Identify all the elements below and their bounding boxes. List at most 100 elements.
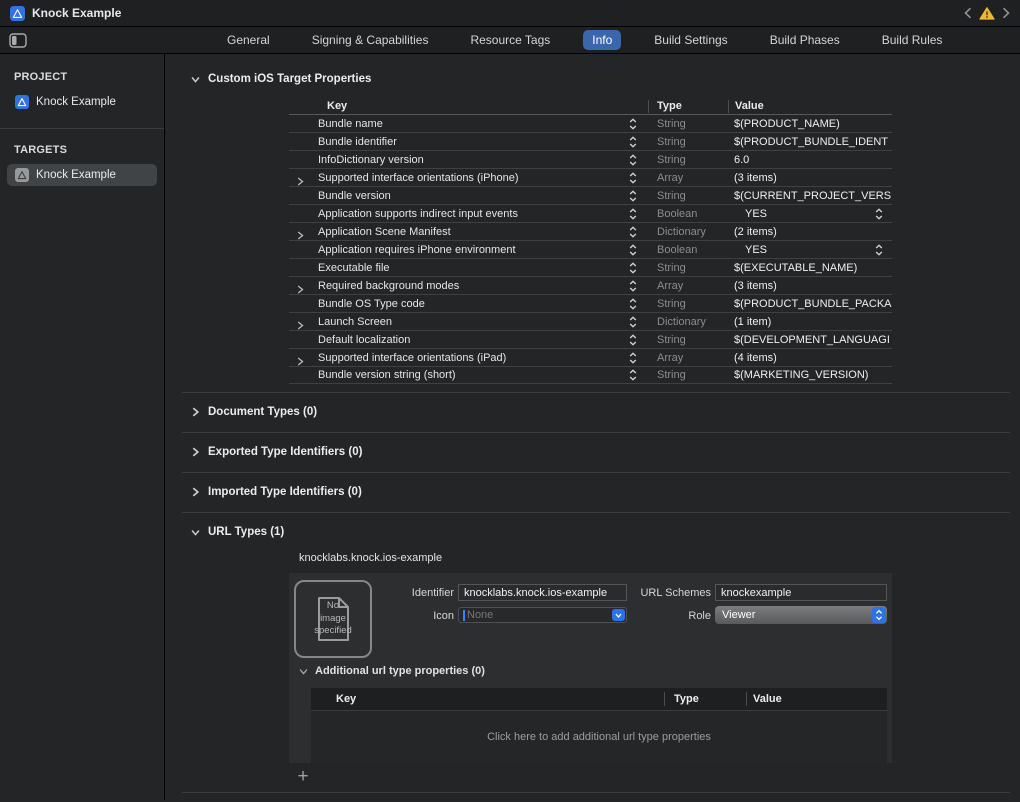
key-stepper-icon[interactable] bbox=[629, 334, 637, 346]
property-key-cell[interactable]: Executable file bbox=[289, 262, 648, 274]
property-type-label: String bbox=[648, 369, 728, 381]
sidebar-toggle-icon[interactable] bbox=[9, 33, 27, 48]
key-stepper-icon[interactable] bbox=[629, 352, 637, 364]
key-stepper-icon[interactable] bbox=[629, 154, 637, 166]
property-value-cell[interactable]: YES bbox=[728, 244, 892, 256]
property-key-cell[interactable]: Bundle identifier bbox=[289, 136, 648, 148]
property-key-cell[interactable]: Supported interface orientations (iPhone… bbox=[289, 172, 648, 184]
disclosure-chevron-icon[interactable] bbox=[297, 357, 304, 366]
sidebar-item-project[interactable]: Knock Example bbox=[7, 91, 157, 113]
tab-resource-tags[interactable]: Resource Tags bbox=[461, 30, 559, 50]
url-schemes-field[interactable] bbox=[715, 584, 887, 601]
property-value-cell[interactable]: (3 items) bbox=[728, 280, 892, 292]
property-value-cell[interactable]: (1 item) bbox=[728, 316, 892, 328]
table-row[interactable]: Application supports indirect input even… bbox=[289, 204, 892, 222]
table-row[interactable]: Application requires iPhone environment … bbox=[289, 240, 892, 258]
table-row[interactable]: Executable file String $(EXECUTABLE_NAME… bbox=[289, 258, 892, 276]
warning-badge-icon[interactable] bbox=[979, 7, 995, 20]
collapsed-section-document-types-0-[interactable]: Document Types (0) bbox=[191, 405, 1020, 419]
property-key-cell[interactable]: Bundle name bbox=[289, 118, 648, 130]
popup-stepper-icon[interactable] bbox=[872, 607, 886, 623]
table-row[interactable]: Bundle identifier String $(PRODUCT_BUNDL… bbox=[289, 132, 892, 150]
property-value-cell[interactable]: (2 items) bbox=[728, 226, 892, 238]
tab-info[interactable]: Info bbox=[583, 30, 621, 50]
collapsed-section-exported-type-identifiers-0-[interactable]: Exported Type Identifiers (0) bbox=[191, 445, 1020, 459]
key-stepper-icon[interactable] bbox=[629, 208, 637, 220]
chevron-right-icon[interactable] bbox=[191, 487, 200, 497]
property-value-cell[interactable]: $(PRODUCT_BUNDLE_IDENT bbox=[728, 136, 892, 148]
table-row[interactable]: Launch Screen Dictionary (1 item) bbox=[289, 312, 892, 330]
chevron-down-icon[interactable] bbox=[299, 668, 308, 675]
key-stepper-icon[interactable] bbox=[629, 226, 637, 238]
property-key-cell[interactable]: Required background modes bbox=[289, 280, 648, 292]
property-value-cell[interactable]: (3 items) bbox=[728, 172, 892, 184]
key-stepper-icon[interactable] bbox=[629, 316, 637, 328]
table-row[interactable]: Bundle name String $(PRODUCT_NAME) bbox=[289, 114, 892, 132]
sidebar-item-target[interactable]: Knock Example bbox=[7, 164, 157, 186]
url-types-section-header[interactable]: URL Types (1) bbox=[191, 525, 1020, 539]
collapsed-section-imported-type-identifiers-0-[interactable]: Imported Type Identifiers (0) bbox=[191, 485, 1020, 499]
table-row[interactable]: Application Scene Manifest Dictionary (2… bbox=[289, 222, 892, 240]
property-key-cell[interactable]: Bundle OS Type code bbox=[289, 298, 648, 310]
disclosure-chevron-icon[interactable] bbox=[297, 321, 304, 330]
role-popup-button[interactable]: Viewer bbox=[715, 606, 887, 624]
table-row[interactable]: Bundle OS Type code String $(PRODUCT_BUN… bbox=[289, 294, 892, 312]
tab-build-phases[interactable]: Build Phases bbox=[761, 30, 849, 50]
property-key-cell[interactable]: Bundle version bbox=[289, 190, 648, 202]
property-key-cell[interactable]: Launch Screen bbox=[289, 316, 648, 328]
additional-properties-header[interactable]: Additional url type properties (0) bbox=[299, 665, 485, 677]
add-additional-properties-area[interactable]: Click here to add additional url type pr… bbox=[311, 710, 887, 763]
key-stepper-icon[interactable] bbox=[629, 369, 637, 381]
disclosure-chevron-icon[interactable] bbox=[297, 177, 304, 186]
property-key-cell[interactable]: Default localization bbox=[289, 334, 648, 346]
disclosure-chevron-icon[interactable] bbox=[297, 285, 304, 294]
property-value-cell[interactable]: YES bbox=[728, 208, 892, 220]
table-row[interactable]: Bundle version string (short) String $(M… bbox=[289, 366, 892, 384]
tab-build-rules[interactable]: Build Rules bbox=[873, 30, 952, 50]
key-stepper-icon[interactable] bbox=[629, 280, 637, 292]
key-stepper-icon[interactable] bbox=[629, 118, 637, 130]
property-value-cell[interactable]: $(EXECUTABLE_NAME) bbox=[728, 262, 892, 274]
chevron-right-icon[interactable] bbox=[191, 447, 200, 457]
table-row[interactable]: Supported interface orientations (iPad) … bbox=[289, 348, 892, 366]
property-key-cell[interactable]: Supported interface orientations (iPad) bbox=[289, 352, 648, 364]
property-key-cell[interactable]: Application Scene Manifest bbox=[289, 226, 648, 238]
custom-properties-section-header[interactable]: Custom iOS Target Properties bbox=[191, 72, 1020, 86]
tab-general[interactable]: General bbox=[218, 30, 279, 50]
key-stepper-icon[interactable] bbox=[629, 298, 637, 310]
key-stepper-icon[interactable] bbox=[629, 172, 637, 184]
property-value-cell[interactable]: (4 items) bbox=[728, 352, 892, 364]
property-key-cell[interactable]: Bundle version string (short) bbox=[289, 369, 648, 381]
property-key-cell[interactable]: Application requires iPhone environment bbox=[289, 244, 648, 256]
property-value-label: $(PRODUCT_BUNDLE_IDENT bbox=[734, 136, 888, 148]
table-row[interactable]: InfoDictionary version String 6.0 bbox=[289, 150, 892, 168]
table-row[interactable]: Bundle version String $(CURRENT_PROJECT_… bbox=[289, 186, 892, 204]
table-row[interactable]: Supported interface orientations (iPhone… bbox=[289, 168, 892, 186]
table-row[interactable]: Required background modes Array (3 items… bbox=[289, 276, 892, 294]
value-stepper-icon[interactable] bbox=[875, 208, 883, 220]
chevron-right-icon[interactable] bbox=[191, 407, 200, 417]
property-type-label: String bbox=[648, 154, 728, 166]
chevron-down-icon[interactable] bbox=[191, 529, 200, 536]
key-stepper-icon[interactable] bbox=[629, 244, 637, 256]
property-value-cell[interactable]: 6.0 bbox=[728, 154, 892, 166]
property-value-cell[interactable]: $(DEVELOPMENT_LANGUAGI bbox=[728, 334, 892, 346]
property-key-cell[interactable]: InfoDictionary version bbox=[289, 154, 648, 166]
key-stepper-icon[interactable] bbox=[629, 136, 637, 148]
property-key-cell[interactable]: Application supports indirect input even… bbox=[289, 208, 648, 220]
property-value-cell[interactable]: $(MARKETING_VERSION) bbox=[728, 369, 892, 381]
tab-signing-capabilities[interactable]: Signing & Capabilities bbox=[303, 30, 438, 50]
key-stepper-icon[interactable] bbox=[629, 262, 637, 274]
tab-build-settings[interactable]: Build Settings bbox=[645, 30, 736, 50]
disclosure-chevron-icon[interactable] bbox=[297, 231, 304, 240]
table-row[interactable]: Default localization String $(DEVELOPMEN… bbox=[289, 330, 892, 348]
property-value-cell[interactable]: $(PRODUCT_BUNDLE_PACKA bbox=[728, 298, 892, 310]
property-value-cell[interactable]: $(PRODUCT_NAME) bbox=[728, 118, 892, 130]
key-stepper-icon[interactable] bbox=[629, 190, 637, 202]
value-stepper-icon[interactable] bbox=[875, 244, 883, 256]
add-url-type-button[interactable]: + bbox=[295, 770, 311, 784]
property-value-cell[interactable]: $(CURRENT_PROJECT_VERS bbox=[728, 190, 892, 202]
chevron-down-icon[interactable] bbox=[191, 76, 200, 83]
back-chevron-icon[interactable] bbox=[964, 7, 972, 19]
forward-chevron-icon[interactable] bbox=[1002, 7, 1010, 19]
